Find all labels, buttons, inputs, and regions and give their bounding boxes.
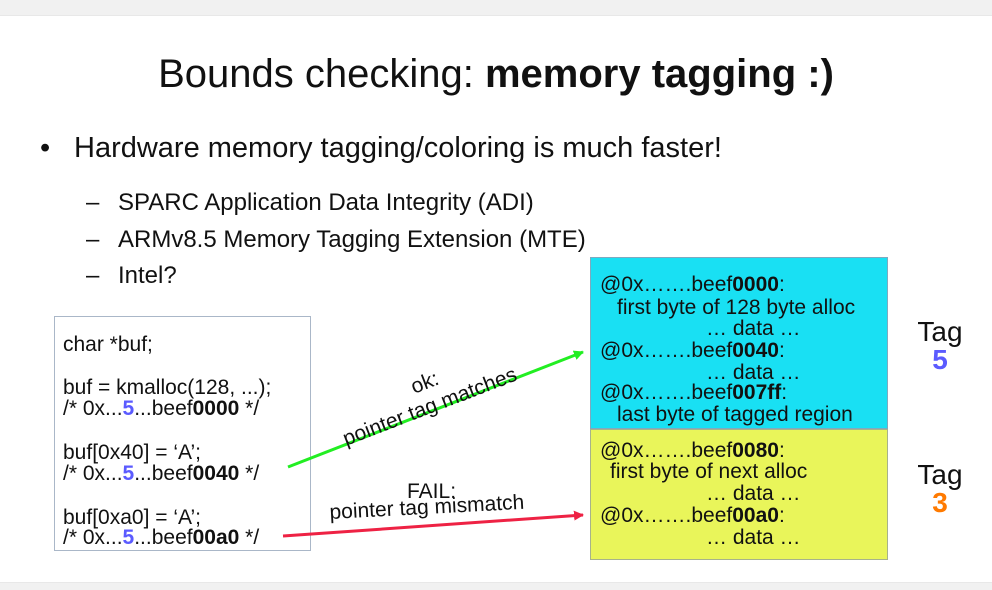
tag-label: Tag: [917, 316, 963, 347]
mem-address-00a0: @0x…….beef00a0:: [600, 504, 785, 527]
mem-desc-first-byte: first byte of 128 byte alloc: [617, 296, 856, 319]
mem-address-0000: @0x…….beef0000:: [600, 273, 785, 296]
tag-5: Tag 5: [910, 318, 970, 374]
mem-data: … data …: [706, 317, 801, 340]
mem-data: … data …: [706, 526, 801, 549]
mem-desc-last-byte: last byte of tagged region: [617, 403, 853, 426]
mem-address-0080: @0x…….beef0080:: [600, 439, 785, 462]
mem-address-0040: @0x…….beef0040:: [600, 339, 785, 362]
tag-label: Tag: [917, 459, 963, 490]
tag-value: 3: [932, 487, 948, 518]
mem-data: … data …: [706, 482, 801, 505]
tag-value: 5: [932, 344, 948, 375]
mem-desc-next-alloc: first byte of next alloc: [610, 460, 808, 483]
tag-3: Tag 3: [910, 461, 970, 517]
mem-address-007ff: @0x…….beef007ff:: [600, 381, 788, 404]
